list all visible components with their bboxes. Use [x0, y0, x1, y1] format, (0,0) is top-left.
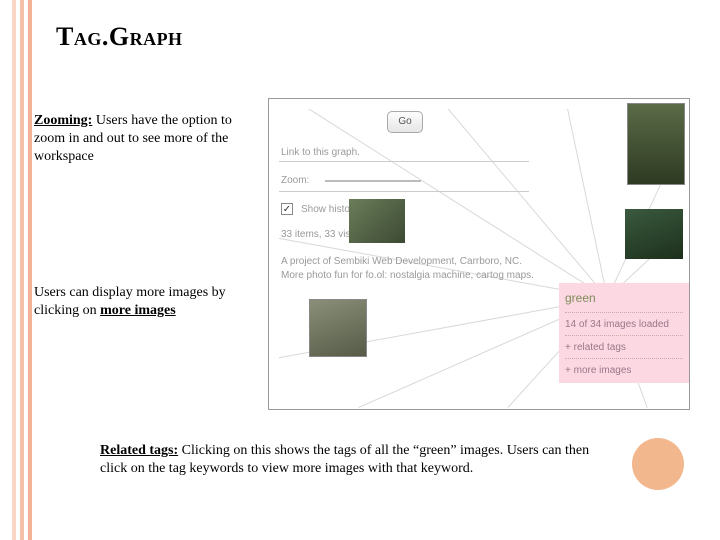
zooming-lead: Zooming:	[34, 113, 92, 128]
decorative-circle	[632, 438, 684, 490]
related-tags-lead: Related tags:	[100, 443, 178, 458]
divider	[279, 161, 529, 162]
go-button[interactable]: Go	[387, 111, 423, 133]
related-tags-paragraph: Related tags: Clicking on this shows the…	[100, 442, 600, 478]
app-screenshot: Go Link to this graph. Zoom: ✓ Show hist…	[268, 98, 690, 410]
page-title: Tag.Graph	[56, 22, 183, 52]
image-thumbnail[interactable]	[625, 209, 683, 259]
image-thumbnail[interactable]	[309, 299, 367, 357]
zooming-paragraph: Zooming: Users have the option to zoom i…	[34, 112, 254, 167]
divider	[279, 191, 529, 192]
zoom-label: Zoom:	[281, 175, 309, 186]
tag-name[interactable]: green	[565, 289, 683, 308]
images-loaded: 14 of 34 images loaded	[565, 312, 683, 333]
show-history-row: ✓ Show history	[281, 203, 358, 215]
image-thumbnail[interactable]	[349, 199, 405, 243]
zoom-slider[interactable]	[325, 180, 421, 182]
link-to-graph[interactable]: Link to this graph.	[281, 147, 360, 158]
more-images-link[interactable]: + more images	[565, 358, 683, 379]
project-credit: A project of Sembiki Web Development, Ca…	[281, 255, 541, 283]
related-tags-link[interactable]: + related tags	[565, 335, 683, 356]
image-thumbnail[interactable]	[627, 103, 685, 185]
zoom-row: Zoom:	[281, 175, 421, 186]
tag-detail-panel: green 14 of 34 images loaded + related t…	[559, 283, 689, 383]
more-images-underline: more images	[100, 303, 176, 318]
show-history-checkbox[interactable]: ✓	[281, 203, 293, 215]
more-images-paragraph: Users can display more images by clickin…	[34, 284, 264, 320]
